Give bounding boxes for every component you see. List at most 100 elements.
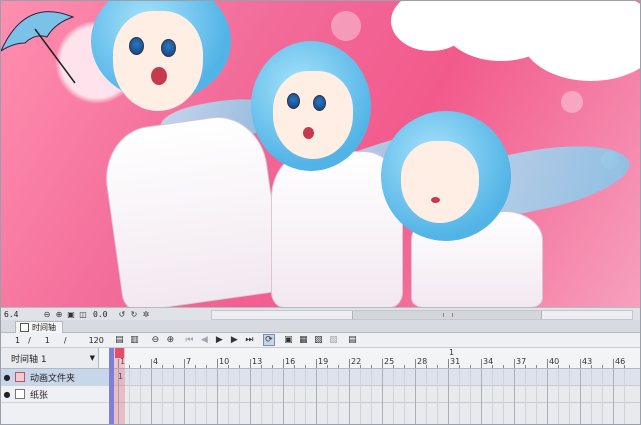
ruler-tick [382,359,383,368]
ruler-tick [250,359,251,368]
visibility-eye-icon[interactable]: ● [1,373,13,382]
timeline-icon [20,323,29,332]
grid-line [492,369,493,424]
canvas-artwork[interactable] [1,1,640,307]
grid-line [382,369,383,424]
play-icon[interactable]: ▶ [214,335,225,346]
ruler-tick [492,365,493,368]
actual-size-icon[interactable]: ▣ [66,309,76,319]
zoom-out-icon[interactable]: ⊖ [42,309,52,319]
grid-line [151,369,152,424]
chevron-down-icon[interactable]: ▼ [90,354,95,362]
new-folder-icon[interactable]: ▥ [129,335,140,346]
grid-line [173,369,174,424]
frame-separator: / [28,335,31,345]
rotate-left-icon[interactable]: ↺ [117,309,127,319]
ruler-tick [404,365,405,368]
layer-list: ● 动画文件夹 ● 纸张 [1,369,110,424]
grid-line [547,369,548,424]
grid-line [602,369,603,424]
ruler-tick [294,365,295,368]
ruler-tick [448,359,449,368]
grid-line [569,369,570,424]
total-frames: 120 [88,335,104,345]
cell-row-animation-folder[interactable]: 1 [109,369,640,386]
tab-timeline[interactable]: 时间轴 [15,321,63,333]
grid-line [140,369,141,424]
timeline-zoom-out-icon[interactable]: ⊖ [150,335,161,346]
cel-icon[interactable]: ▦ [298,335,309,346]
playhead-handle[interactable] [115,348,124,358]
cel-add-icon[interactable]: ▧ [313,335,324,346]
timeline-zoom-in-icon[interactable]: ⊕ [165,335,176,346]
grid-line [448,369,449,424]
grid-line [184,369,185,424]
last-frame-icon[interactable]: ⏭ [244,335,255,346]
grid-line [437,369,438,424]
rotation-value[interactable]: 0.0 [90,310,117,319]
playhead[interactable] [114,348,125,424]
rotate-right-icon[interactable]: ↻ [129,309,139,319]
ruler-tick [393,365,394,368]
horizontal-scrollbar[interactable] [211,310,633,320]
grid-line [261,369,262,424]
loop-icon[interactable]: ⟳ [262,334,275,346]
grid-line [371,369,372,424]
ruler-section-label: 1 [449,348,455,357]
ruler-tick [129,365,130,368]
ruler-tick [481,359,482,368]
umbrella-illustration [1,11,76,84]
grid-line [360,369,361,424]
ruler-tick [327,365,328,368]
zoom-in-icon[interactable]: ⊕ [54,309,64,319]
layer-settings-icon[interactable]: ▣ [283,335,294,346]
grid-line [470,369,471,424]
grid-line [415,369,416,424]
timeline-selector[interactable]: 时间轴 1 ▼ [1,348,99,368]
zoom-value[interactable]: 6.4 [1,310,42,319]
ruler-tick [338,365,339,368]
canvas-status-bar: 6.4 ⊖ ⊕ ▣ ◫ 0.0 ↺ ↻ ✲ [1,307,640,320]
new-timeline-icon[interactable]: ▤ [114,335,125,346]
grid-line [580,369,581,424]
export-icon[interactable]: ▤ [347,335,358,346]
ruler-tick [371,365,372,368]
prev-frame-icon[interactable]: ◀ [199,335,210,346]
ruler-tick [316,359,317,368]
next-frame-icon[interactable]: ▶ [229,335,240,346]
ruler-tick [624,365,625,368]
grid-line [624,369,625,424]
grid-line [228,369,229,424]
ruler-tick [217,359,218,368]
scrollbar-thumb[interactable] [352,311,542,319]
grid-line [536,369,537,424]
ruler-tick [613,359,614,368]
onion-skin-icon[interactable]: ▨ [328,335,339,346]
timeline-header: 时间轴 1 ▼ 1471013161922252831343740434611 [1,348,640,369]
layer-paper[interactable]: ● 纸张 [1,386,109,403]
app-window: 6.4 ⊖ ⊕ ▣ ◫ 0.0 ↺ ↻ ✲ 时间轴 1 / 1 / 120 ▤ … [0,0,641,425]
ruler-tick [470,365,471,368]
timeline-cells[interactable]: 1 [109,369,640,424]
grid-line [338,369,339,424]
grid-line [217,369,218,424]
ruler-tick [305,365,306,368]
frame-separator-2: / [63,335,67,345]
ruler-tick [415,359,416,368]
ruler-tick [569,365,570,368]
ruler-tick [173,365,174,368]
layer-animation-folder[interactable]: ● 动画文件夹 [1,369,109,386]
ruler-tick [228,365,229,368]
ruler-tick [547,359,548,368]
ruler-tick [360,365,361,368]
ruler-tick [558,365,559,368]
first-frame-icon[interactable]: ⏮ [184,335,195,346]
cell-row-paper[interactable] [109,386,640,403]
panel-tab-bar: 时间轴 [1,320,640,333]
fit-icon[interactable]: ◫ [78,309,88,319]
grid-line [426,369,427,424]
visibility-eye-icon[interactable]: ● [1,390,13,399]
settings-icon[interactable]: ✲ [141,309,151,319]
ruler-label: 7 [186,357,192,366]
frame-ruler[interactable]: 1471013161922252831343740434611 [109,348,640,368]
